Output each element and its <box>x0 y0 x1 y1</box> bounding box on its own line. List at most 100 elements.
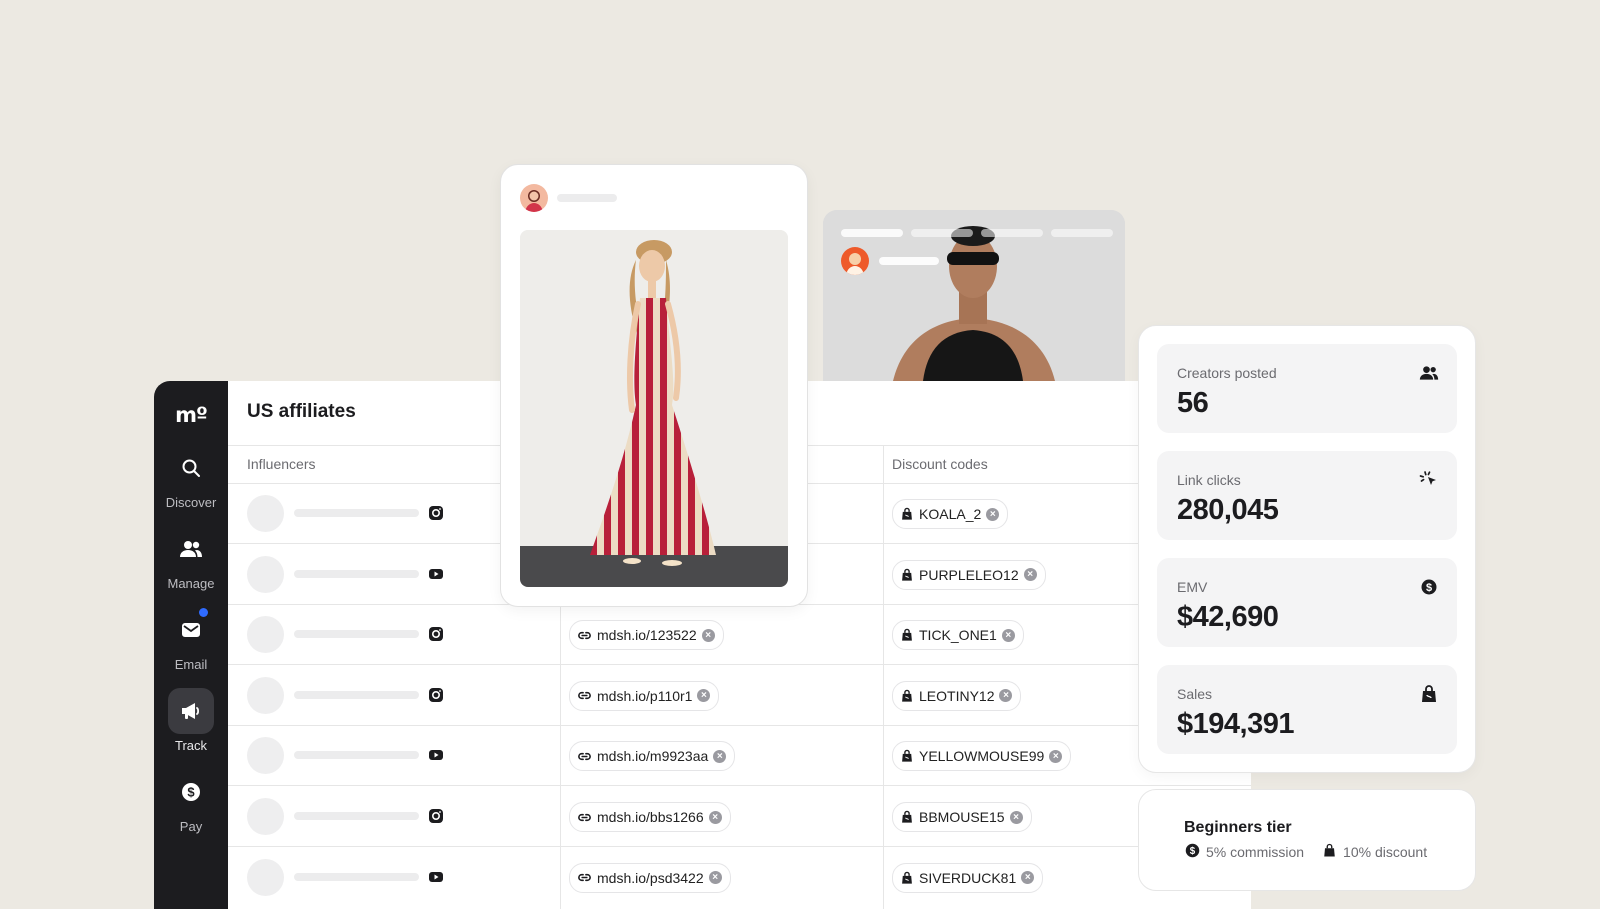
sidebar-item-track[interactable]: Track <box>154 688 228 753</box>
remove-icon[interactable]: × <box>1023 568 1037 582</box>
remove-icon[interactable]: × <box>1009 810 1023 824</box>
youtube-icon[interactable] <box>428 869 444 885</box>
influencer-name-placeholder <box>294 872 419 881</box>
tracking-link-chip[interactable]: mdsh.io/m9923aa × <box>569 741 736 772</box>
table-row[interactable]: mdsh.io/bbs1266 × BBMOUSE15 × <box>228 786 1251 847</box>
shopping-bag-icon <box>1322 843 1337 861</box>
column-header-influencers[interactable]: Influencers <box>247 456 315 472</box>
discount-code-chip[interactable]: YELLOWMOUSE99 × <box>892 741 1072 772</box>
table-row[interactable]: mdsh.io/psd3422 × SIVERDUCK81 × <box>228 847 1251 907</box>
megaphone-icon <box>168 688 214 734</box>
remove-icon[interactable]: × <box>713 749 727 763</box>
remove-icon[interactable]: × <box>1021 871 1035 885</box>
discount-code-chip[interactable]: BBMOUSE15 × <box>892 802 1032 832</box>
remove-icon[interactable]: × <box>986 507 1000 521</box>
svg-text:$: $ <box>187 785 195 800</box>
youtube-icon[interactable] <box>428 747 444 763</box>
sidebar-item-label: Track <box>174 738 208 753</box>
table-row[interactable]: mdsh.io/m9923aa × YELLOWMOUSE99 × <box>228 725 1251 787</box>
instagram-icon[interactable] <box>428 687 444 703</box>
creator-post-card[interactable] <box>500 164 808 607</box>
users-icon <box>1419 363 1439 383</box>
tracking-link-chip[interactable]: mdsh.io/p110r1 × <box>569 680 720 711</box>
remove-icon[interactable]: × <box>708 871 722 885</box>
stat-value: 280,045 <box>1177 494 1279 526</box>
discount-code-chip[interactable]: KOALA_2 × <box>892 499 1009 529</box>
tracking-link-text: mdsh.io/bbs1266 <box>597 809 704 825</box>
story-progress-bar <box>1051 229 1113 237</box>
stat-card-emv: EMV $42,690 $ <box>1157 558 1457 647</box>
sidebar-item-email[interactable]: Email <box>154 607 228 672</box>
product-photo <box>520 230 788 587</box>
stat-card-link-clicks: Link clicks 280,045 <box>1157 451 1457 540</box>
link-icon <box>577 628 592 643</box>
table-row[interactable]: mdsh.io/p110r1 × LEOTINY12 × <box>228 665 1251 726</box>
tier-card[interactable]: Beginners tier $ 5% commission 10% disco… <box>1138 789 1476 891</box>
influencer-avatar <box>247 495 284 532</box>
avatar <box>520 184 548 212</box>
influencer-name-placeholder <box>294 509 419 517</box>
influencer-avatar <box>247 858 284 896</box>
tracking-link-chip[interactable]: mdsh.io/psd3422 × <box>569 862 731 893</box>
creator-name-placeholder <box>557 194 617 202</box>
tracking-link-text: mdsh.io/p110r1 <box>597 687 693 704</box>
influencer-name-placeholder <box>294 812 419 820</box>
stat-value: 56 <box>1177 387 1209 419</box>
instagram-icon[interactable] <box>428 505 444 521</box>
sidebar-item-pay[interactable]: $ Pay <box>154 769 228 834</box>
remove-icon[interactable]: × <box>1049 749 1063 763</box>
page-title: US affiliates <box>247 401 356 422</box>
sidebar-item-discover[interactable]: Discover <box>154 445 228 510</box>
sidebar-item-label: Manage <box>167 576 215 591</box>
tracking-link-chip[interactable]: mdsh.io/bbs1266 × <box>569 802 731 832</box>
story-progress-bar <box>911 229 973 237</box>
users-icon <box>168 526 214 572</box>
youtube-icon[interactable] <box>428 566 444 582</box>
remove-icon[interactable]: × <box>701 628 715 642</box>
table-row[interactable]: mdsh.io/123522 × TICK_ONE1 × <box>228 604 1251 666</box>
tier-discount: 10% discount <box>1343 844 1428 860</box>
shopping-bag-icon <box>900 568 914 582</box>
stats-panel: Creators posted 56 Link clicks 280,045 E… <box>1138 325 1476 773</box>
brand-logo[interactable]: mº <box>154 403 228 427</box>
stat-label: Link clicks <box>1177 472 1241 488</box>
remove-icon[interactable]: × <box>1001 628 1015 642</box>
discount-code-text: YELLOWMOUSE99 <box>919 748 1045 765</box>
stat-label: Sales <box>1177 686 1213 702</box>
click-icon <box>1419 470 1439 490</box>
remove-icon[interactable]: × <box>999 689 1013 703</box>
discount-code-text: TICK_ONE1 <box>919 627 997 644</box>
tracking-link-text: mdsh.io/psd3422 <box>597 869 704 886</box>
column-header-discount-codes[interactable]: Discount codes <box>892 456 988 472</box>
discount-code-chip[interactable]: SIVERDUCK81 × <box>892 862 1044 893</box>
tier-title: Beginners tier <box>1184 819 1292 836</box>
shopping-bag-icon <box>1419 684 1439 704</box>
influencer-avatar <box>247 555 284 593</box>
tracking-link-chip[interactable]: mdsh.io/123522 × <box>569 620 724 651</box>
instagram-icon[interactable] <box>428 626 444 642</box>
discount-code-text: BBMOUSE15 <box>919 809 1005 825</box>
influencer-name-placeholder <box>294 690 419 699</box>
influencer-name-placeholder <box>294 569 419 578</box>
sidebar-item-manage[interactable]: Manage <box>154 526 228 591</box>
avatar <box>841 247 869 275</box>
stat-label: EMV <box>1177 579 1208 595</box>
discount-code-chip[interactable]: LEOTINY12 × <box>892 680 1022 711</box>
story-preview-card[interactable] <box>823 210 1125 381</box>
instagram-icon[interactable] <box>428 808 444 824</box>
discount-code-chip[interactable]: TICK_ONE1 × <box>892 620 1024 651</box>
dollar-icon: $ <box>1185 843 1200 861</box>
remove-icon[interactable]: × <box>708 810 722 824</box>
discount-code-chip[interactable]: PURPLELEO12 × <box>892 559 1046 590</box>
discount-code-text: SIVERDUCK81 <box>919 869 1017 886</box>
tier-commission: 5% commission <box>1206 844 1305 860</box>
dollar-icon: $ <box>168 769 214 815</box>
stat-label: Creators posted <box>1177 365 1277 381</box>
stat-value: $194,391 <box>1177 708 1294 740</box>
sidebar: mº Discover Manage Email Track $ Pay <box>154 381 228 909</box>
influencer-avatar <box>247 737 284 775</box>
stat-card-sales: Sales $194,391 <box>1157 665 1457 754</box>
discount-code-text: LEOTINY12 <box>919 687 995 704</box>
link-icon <box>577 810 592 825</box>
remove-icon[interactable]: × <box>697 689 711 703</box>
